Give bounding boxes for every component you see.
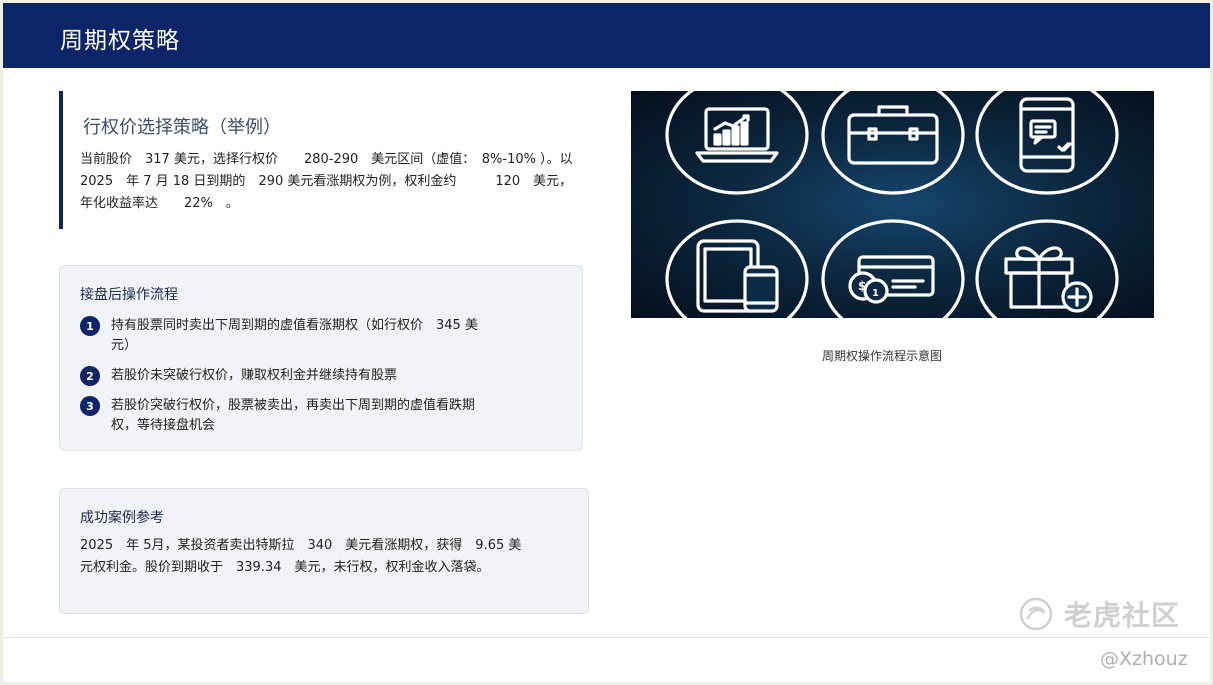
step-text: 若股价未突破行权价，赚取权利金并继续持有股票	[111, 368, 398, 383]
case-title: 成功案例参考	[80, 510, 164, 526]
image-caption: 周期权操作流程示意图	[821, 349, 942, 363]
strike-strategy-section: 行权价选择策略（举例） 当前股价 317 美元，选择行权价 280-290 美元…	[59, 91, 589, 229]
case-card: 成功案例参考 2025 年 5月，某投资者卖出特斯拉 340 美元看涨期权，获得…	[59, 488, 589, 614]
illustration-image: $ 1	[631, 91, 1154, 318]
operations-title: 接盘后操作流程	[80, 287, 178, 303]
step-number-badge: 2	[80, 366, 100, 386]
operations-card: 接盘后操作流程 1 持有股票同时卖出下周到期的虚值看涨期权（如行权价 345 美…	[59, 265, 583, 451]
watermark-brand: 老虎社区	[1064, 599, 1181, 632]
step-number-badge: 3	[80, 396, 100, 416]
money-card-icon	[821, 219, 965, 318]
step-text: 若股价突破行权价，股票被卖出，再卖出下周到期的虚值看跌期权，等待接盘机会	[111, 398, 476, 433]
gift-plus-icon	[975, 219, 1119, 318]
watermark-handle: @Xzhouz	[1100, 648, 1188, 670]
page-title: 周期权策略	[60, 28, 180, 54]
step-item: 2 若股价未突破行权价，赚取权利金并继续持有股票	[80, 366, 510, 386]
step-item: 3 若股价突破行权价，股票被卖出，再卖出下周到期的虚值看跌期权，等待接盘机会	[80, 396, 510, 436]
header-bar: 周期权策略	[3, 3, 1210, 68]
step-number-badge: 1	[80, 316, 100, 336]
laptop-chart-icon	[665, 91, 809, 195]
devices-icon	[665, 219, 809, 318]
phone-chat-icon	[975, 91, 1119, 195]
step-item: 1 持有股票同时卖出下周到期的虚值看涨期权（如行权价 345 美元）	[80, 316, 510, 356]
step-text: 持有股票同时卖出下周到期的虚值看涨期权（如行权价 345 美元）	[111, 318, 478, 353]
case-body: 2025 年 5月，某投资者卖出特斯拉 340 美元看涨期权，获得 9.65 美…	[80, 538, 522, 575]
operations-steps: 1 持有股票同时卖出下周到期的虚值看涨期权（如行权价 345 美元） 2 若股价…	[80, 316, 510, 446]
svg-text:$: $	[858, 279, 866, 293]
tiger-logo-icon	[1019, 597, 1053, 631]
watermark: 老虎社区	[1018, 595, 1198, 633]
svg-text:1: 1	[872, 288, 879, 299]
slide: 周期权策略 行权价选择策略（举例） 当前股价 317 美元，选择行权价 280-…	[3, 3, 1210, 682]
strategy-body: 当前股价 317 美元，选择行权价 280-290 美元区间（虚值： 8%-10…	[80, 152, 573, 211]
footer-divider	[3, 637, 1210, 638]
briefcase-icon	[821, 91, 965, 195]
strategy-title: 行权价选择策略（举例）	[83, 117, 281, 138]
